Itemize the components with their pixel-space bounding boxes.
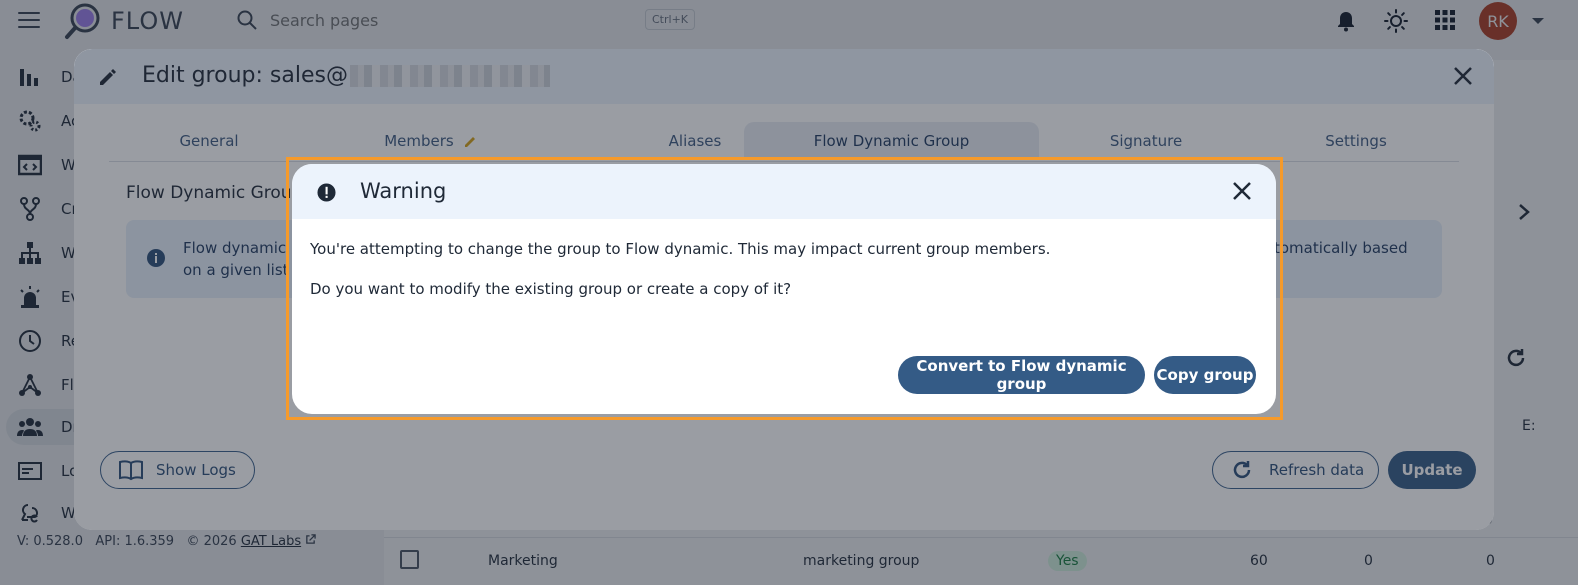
- warning-dialog-header: Warning: [292, 164, 1276, 219]
- warning-question: Do you want to modify the existing group…: [310, 280, 792, 298]
- copy-group-button[interactable]: Copy group: [1154, 356, 1256, 394]
- convert-to-flow-dynamic-button[interactable]: Convert to Flow dynamic group: [898, 356, 1145, 394]
- warning-title: Warning: [360, 179, 447, 203]
- warning-dialog: Warning You're attempting to change the …: [292, 164, 1276, 414]
- warning-message: You're attempting to change the group to…: [310, 240, 1051, 258]
- close-icon[interactable]: [1232, 181, 1252, 201]
- alert-circle-icon: [317, 183, 336, 202]
